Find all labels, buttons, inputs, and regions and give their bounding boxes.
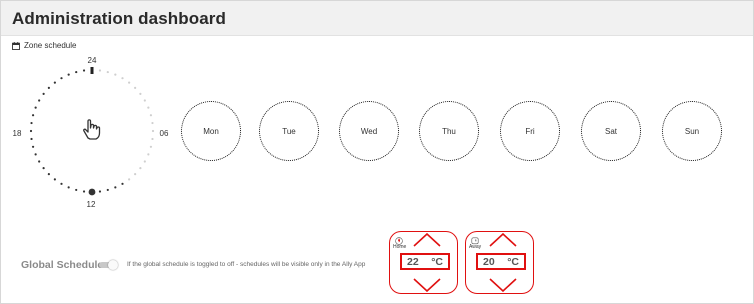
day-circle[interactable]: Tue — [259, 101, 319, 161]
day-label: Fri — [525, 126, 535, 136]
global-schedule-label: Global Schedule — [21, 259, 104, 271]
temperature-unit: °C — [507, 255, 519, 268]
clock-dot — [114, 73, 117, 76]
clock-dot — [106, 188, 109, 192]
temperature-field[interactable]: 20 °C — [476, 253, 526, 270]
clock-dot — [128, 81, 131, 84]
clock-dot — [149, 114, 153, 117]
clock-dot — [42, 92, 45, 95]
preset-label: Home — [393, 244, 407, 250]
clock-dot — [139, 167, 142, 170]
clock-dot — [151, 129, 155, 133]
toggle-knob[interactable] — [108, 260, 118, 270]
clock-label-18: 18 — [13, 129, 22, 138]
clock-dot — [149, 145, 153, 148]
decrease-temp-button[interactable] — [488, 278, 518, 292]
clock-dot — [128, 178, 131, 181]
clock-dot — [134, 86, 137, 89]
hand-pointer-icon — [83, 119, 101, 140]
clock-dot — [134, 173, 137, 176]
clock-dial — [29, 68, 155, 194]
clock-handle[interactable] — [88, 188, 96, 196]
clock-dot — [34, 153, 37, 156]
clock-dot — [30, 137, 33, 141]
clock-dot — [60, 182, 63, 185]
temperature-value: 22 — [407, 255, 419, 268]
day-label: Thu — [442, 126, 456, 136]
preset-home: Home 22 °C — [389, 231, 458, 294]
clock-dot — [47, 86, 50, 89]
clock-dot — [67, 186, 70, 189]
clock-dot — [143, 160, 146, 163]
clock-dot — [121, 77, 124, 80]
clock-dot — [42, 167, 45, 170]
clock-dot — [53, 81, 56, 84]
day-circle[interactable]: Sun — [662, 101, 722, 161]
clock-dot — [143, 99, 146, 102]
clock-dot — [75, 70, 78, 74]
clock-label-12: 12 — [87, 200, 96, 209]
clock-dot — [147, 106, 150, 109]
clock-dot — [31, 145, 35, 148]
clock-dot — [31, 114, 35, 117]
temperature-unit: °C — [431, 255, 443, 268]
clock-dot — [53, 178, 56, 181]
day-label: Mon — [203, 126, 219, 136]
clock-dot — [75, 188, 78, 192]
clock-label-24: 24 — [88, 56, 97, 65]
day-circle[interactable]: Sat — [581, 101, 641, 161]
day-label: Tue — [282, 126, 296, 136]
day-circle[interactable]: Thu — [419, 101, 479, 161]
day-circle[interactable]: Fri — [500, 101, 560, 161]
clock-dot — [82, 69, 86, 72]
clock-dot — [67, 73, 70, 76]
clock-dot — [151, 137, 154, 141]
preset-label: Away — [469, 244, 482, 250]
clock-dot — [82, 190, 86, 193]
day-circle[interactable]: Mon — [181, 101, 241, 161]
clock-dot — [38, 160, 41, 163]
clock-dot — [30, 121, 33, 125]
clock-dot — [34, 106, 37, 109]
clock-dot — [29, 129, 33, 133]
day-label: Sat — [604, 126, 617, 136]
decrease-temp-button[interactable] — [412, 278, 442, 292]
clock-top-marker — [90, 67, 94, 74]
clock-dot — [121, 182, 124, 185]
clock-dot — [98, 69, 102, 72]
clock-dot — [60, 77, 63, 80]
clock-dot — [151, 121, 154, 125]
temperature-field[interactable]: 22 °C — [400, 253, 450, 270]
clock-dot — [114, 186, 117, 189]
clock-dot — [139, 92, 142, 95]
global-schedule-note: If the global schedule is toggled to off… — [127, 261, 366, 268]
increase-temp-button[interactable] — [488, 233, 518, 247]
increase-temp-button[interactable] — [412, 233, 442, 247]
global-schedule-toggle[interactable] — [97, 260, 119, 270]
clock-dot — [47, 173, 50, 176]
day-label: Wed — [360, 126, 378, 136]
clock-dot — [106, 70, 109, 74]
day-label: Sun — [684, 126, 700, 136]
clock-dot — [98, 190, 102, 193]
clock-label-06: 06 — [160, 129, 169, 138]
clock-dot — [147, 153, 150, 156]
day-circle[interactable]: Wed — [339, 101, 399, 161]
preset-away: Away 20 °C — [465, 231, 534, 294]
clock-dot — [38, 99, 41, 102]
temperature-value: 20 — [483, 255, 495, 268]
